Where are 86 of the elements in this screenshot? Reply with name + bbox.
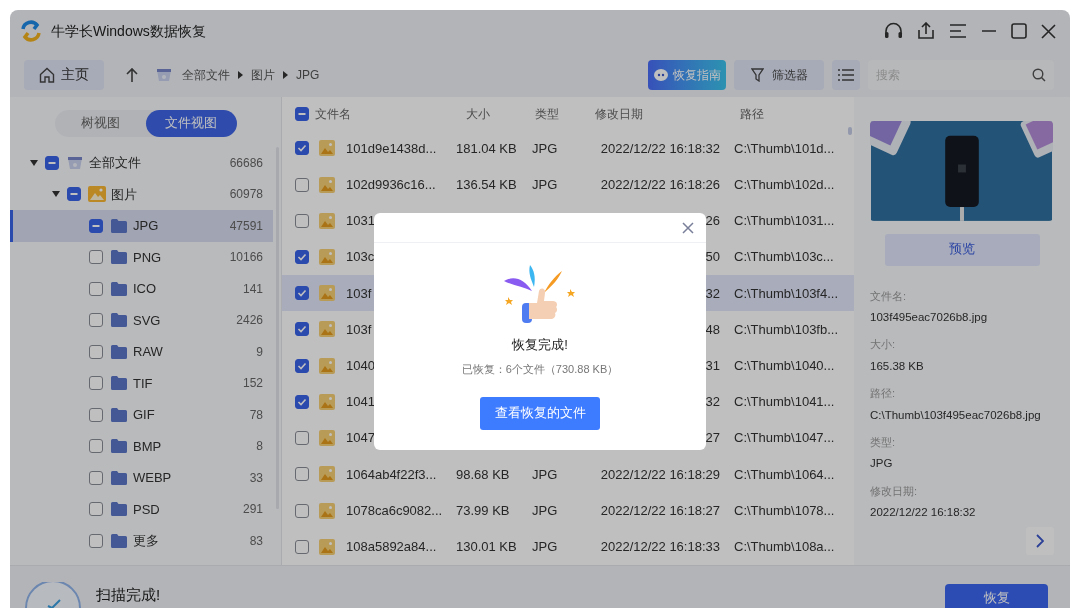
table-cell-text: C:\Thumb\1040... [733, 356, 836, 375]
table-cell-text: JPG [531, 501, 559, 520]
detail-label: 大小: [870, 337, 897, 353]
tree-item-label: WEBP [133, 469, 172, 487]
detail-label: 路径: [870, 386, 897, 402]
tree-item-label: 更多 [133, 532, 159, 550]
table-cell-text: 103c [346, 248, 376, 267]
table-cell-text: 103f [346, 284, 373, 303]
tree-item-label: RAW [133, 343, 163, 361]
table-cell-text: 108a5892a84... [346, 538, 438, 557]
table-cell-text: 1031 [346, 212, 376, 231]
table-cell-text: C:\Thumb\1031... [733, 212, 836, 231]
detail-label: 类型: [870, 434, 897, 450]
status-message: 扫描完成! [96, 584, 161, 605]
detail-value: C:\Thumb\103f495eac7026b8.jpg [870, 407, 1042, 423]
item-count: 291 [242, 501, 263, 519]
item-count: 9 [256, 343, 263, 361]
dialog-title: 恢复完成! [512, 336, 568, 354]
tree-item-label: 图片 [111, 185, 137, 204]
table-cell-text: C:\Thumb\102d... [733, 175, 836, 194]
table-cell-text: JPG [531, 175, 559, 194]
table-cell-text: 2022/12/22 16:18:29 [600, 465, 720, 484]
item-count: 66686 [229, 154, 263, 172]
tree-item-label: BMP [133, 437, 162, 456]
item-count: 8 [256, 438, 263, 456]
table-cell-text: 32 [705, 393, 720, 412]
detail-label: 修改日期: [870, 483, 919, 499]
table-cell-text: C:\Thumb\1041... [733, 393, 836, 412]
table-cell-text: C:\Thumb\101d... [733, 139, 836, 158]
detail-label: 文件名: [870, 288, 908, 304]
table-cell-text: 31 [705, 356, 720, 375]
table-cell-text: 2022/12/22 16:18:33 [600, 538, 720, 557]
table-cell-text: JPG [531, 465, 559, 484]
tree-item-label: JPG [133, 217, 159, 235]
tree-item-label: PNG [133, 248, 162, 267]
table-cell-text: 130.01 KB [456, 538, 518, 557]
table-cell-text: 50 [705, 248, 720, 267]
tree-item-label: SVG [133, 311, 161, 330]
table-cell-text: 27 [705, 429, 720, 448]
item-count: 47591 [229, 217, 263, 235]
table-cell-text: 101d9e1438d... [346, 139, 438, 158]
table-cell-text: 1047 [346, 429, 376, 448]
table-cell-text: 1041 [346, 393, 376, 412]
table-cell-text: 2022/12/22 16:18:32 [600, 139, 720, 158]
item-count: 10166 [229, 249, 263, 267]
table-cell-text: C:\Thumb\103c... [733, 248, 835, 267]
item-count: 60978 [229, 186, 263, 204]
detail-value: 103f495eac7026b8.jpg [870, 310, 989, 326]
table-cell-text: C:\Thumb\1064... [733, 465, 836, 484]
table-cell-text: C:\Thumb\103fb... [733, 320, 840, 339]
table-cell-text: 136.54 KB [456, 175, 518, 194]
tree-item-label: ICO [133, 280, 157, 298]
tree-item-label: TIF [133, 374, 153, 393]
table-cell-text: 103f [346, 320, 373, 339]
table-cell-text: 32 [705, 284, 720, 303]
table-cell-text: 2022/12/22 16:18:26 [600, 175, 720, 194]
item-count: 141 [242, 280, 263, 298]
table-cell-text: C:\Thumb\108a... [733, 538, 836, 557]
table-cell-text: 181.04 KB [456, 139, 518, 158]
item-count: 2426 [236, 312, 263, 330]
table-cell-text: C:\Thumb\1047... [733, 429, 836, 448]
table-cell-text: 26 [705, 212, 720, 231]
table-cell-text: 48 [705, 320, 720, 339]
item-count: 33 [249, 469, 263, 487]
table-cell-text: JPG [531, 538, 559, 557]
table-cell-text: 1078ca6c9082... [346, 501, 444, 520]
tree-item-label: 全部文件 [89, 154, 141, 172]
detail-value: JPG [870, 456, 894, 472]
table-cell-text: 102d9936c16... [346, 175, 437, 194]
table-cell-text: 2022/12/22 16:18:27 [600, 501, 720, 520]
dialog-summary: 已恢复：6个文件（730.88 KB） [461, 361, 619, 377]
table-cell-text: C:\Thumb\1078... [733, 501, 836, 520]
table-cell-text: 1064ab4f22f3... [346, 465, 438, 484]
item-count: 83 [249, 532, 263, 550]
table-cell-text: C:\Thumb\103f4... [733, 284, 840, 303]
table-cell-text: JPG [531, 139, 559, 158]
tree-item-label: GIF [133, 406, 155, 424]
table-cell-text: 98.68 KB [456, 465, 511, 484]
item-count: 78 [249, 406, 263, 424]
table-cell-text: 1040 [346, 356, 376, 375]
tree-item-label: PSD [133, 500, 160, 519]
item-count: 152 [242, 375, 263, 393]
table-cell-text: 73.99 KB [456, 501, 511, 520]
detail-value: 165.38 KB [870, 358, 925, 374]
detail-value: 2022/12/22 16:18:32 [870, 505, 977, 521]
window-title: 牛学长Windows数据恢复 [51, 21, 206, 41]
